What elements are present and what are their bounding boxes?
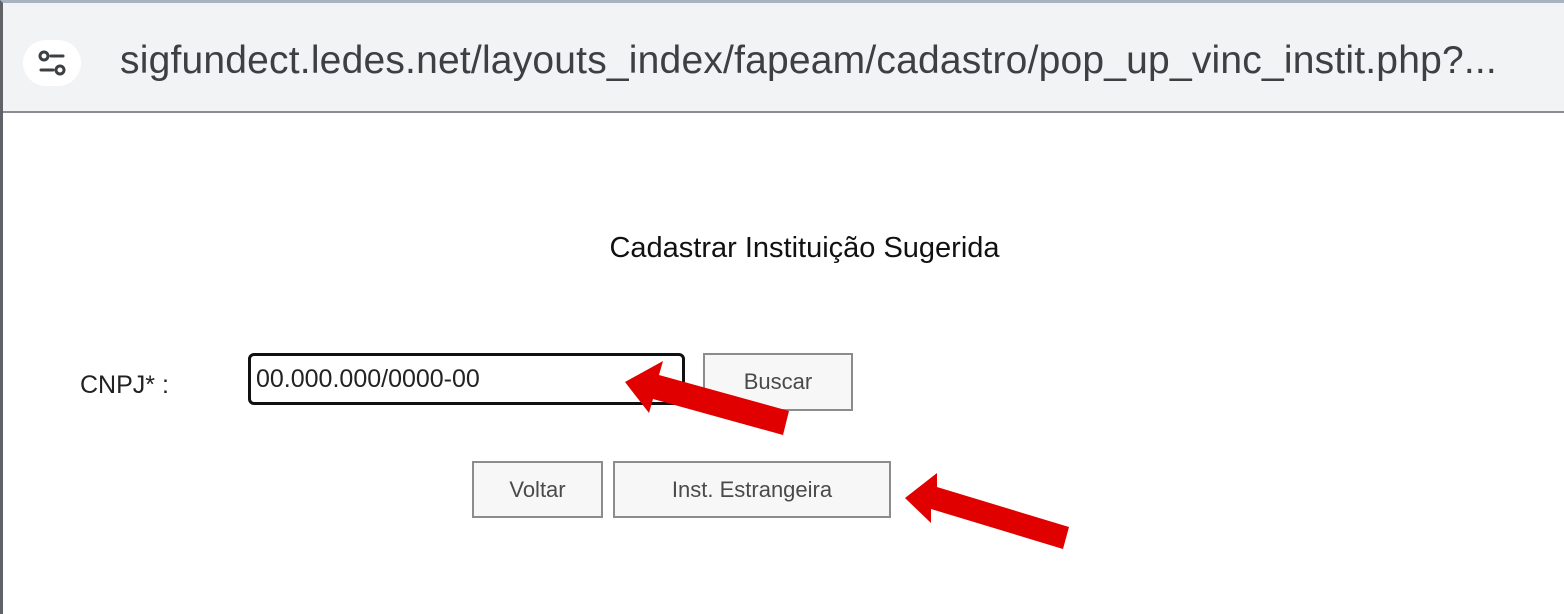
inst-estrangeira-button[interactable]: Inst. Estrangeira: [613, 461, 891, 518]
browser-window: sigfundect.ledes.net/layouts_index/fapea…: [0, 0, 1564, 614]
cnpj-label: CNPJ* :: [80, 371, 169, 399]
site-info-button[interactable]: [23, 40, 81, 86]
tune-icon: [38, 50, 66, 76]
red-arrow-to-inst-estrangeira: [905, 473, 1069, 549]
address-bar[interactable]: sigfundect.ledes.net/layouts_index/fapea…: [3, 3, 1564, 113]
voltar-button[interactable]: Voltar: [472, 461, 603, 518]
page-title: Cadastrar Instituição Sugerida: [609, 232, 1000, 264]
cnpj-input[interactable]: [248, 353, 685, 405]
url-text[interactable]: sigfundect.ledes.net/layouts_index/fapea…: [120, 39, 1497, 83]
buscar-button[interactable]: Buscar: [703, 353, 853, 411]
popup-page: Cadastrar Instituição Sugerida CNPJ* : B…: [3, 113, 1564, 614]
